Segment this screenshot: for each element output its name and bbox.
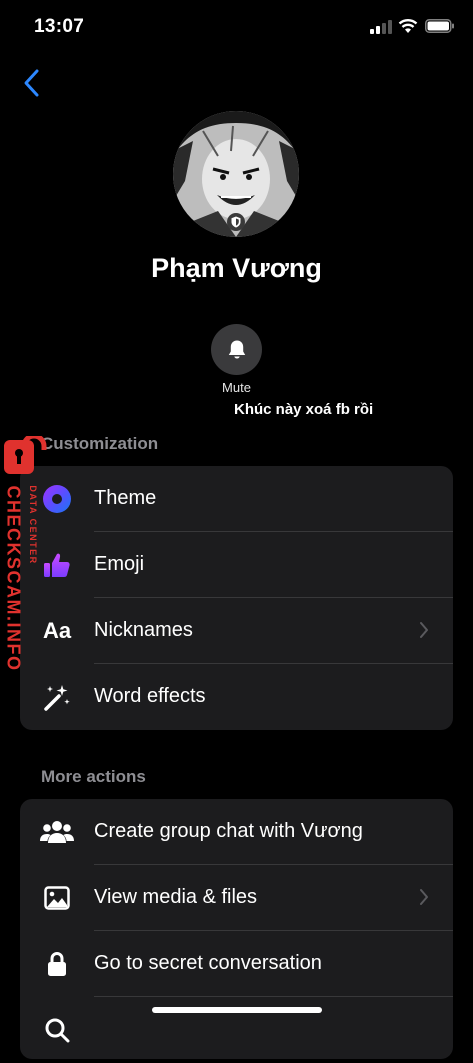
chevron-right-icon [420,622,428,638]
home-indicator[interactable] [152,1007,322,1013]
section-title-customization: Customization [41,434,159,453]
chevron-right-icon [420,889,428,905]
row-label: View media & files [94,886,258,908]
mute-label: Mute [222,380,251,395]
row-secret-conversation[interactable]: Go to secret conversation [20,931,453,997]
section-title-more-actions: More actions [41,767,146,786]
row-label: Emoji [94,553,145,575]
sparkle-wand-icon [40,681,74,713]
mute-button[interactable] [211,324,262,375]
annotation-note: Khúc này xoá fb rồi [234,401,374,418]
row-label: Create group chat with Vương [94,820,363,842]
aa-icon: Aa [42,618,72,643]
thumbs-up-icon [40,549,74,581]
cellular-signal-icon [370,20,392,34]
status-time: 13:07 [34,16,85,37]
customization-card: Theme Emoji Aa Nicknames Word effects [20,466,453,730]
battery-icon [425,19,454,33]
more-actions-card: Create group chat with Vương View media … [20,799,453,1059]
shield-badge-icon [227,213,245,231]
row-theme[interactable]: Theme [20,466,453,532]
bell-icon [228,340,245,359]
back-chevron-icon[interactable] [20,68,44,98]
row-create-group[interactable]: Create group chat with Vương [20,799,453,865]
row-label: Word effects [94,685,206,707]
row-word-effects[interactable]: Word effects [20,664,453,730]
image-icon [40,882,74,914]
row-label: Theme [94,487,157,509]
theme-icon [40,483,74,515]
row-label: Nicknames [94,619,193,641]
lock-icon [40,948,74,980]
row-label: Go to secret conversation [94,952,322,974]
watermark-subtext: DATA CENTER [28,485,38,565]
watermark-brand: CHECKSCAM.INFO [3,485,24,672]
profile-name: Phạm Vương [151,253,322,283]
row-emoji[interactable]: Emoji [20,532,453,598]
row-view-media[interactable]: View media & files [20,865,453,931]
wifi-icon [398,19,418,33]
row-nicknames[interactable]: Aa Nicknames [20,598,453,664]
search-icon [40,1014,74,1046]
group-icon [40,816,74,848]
watermark-lock-logo [4,436,47,474]
